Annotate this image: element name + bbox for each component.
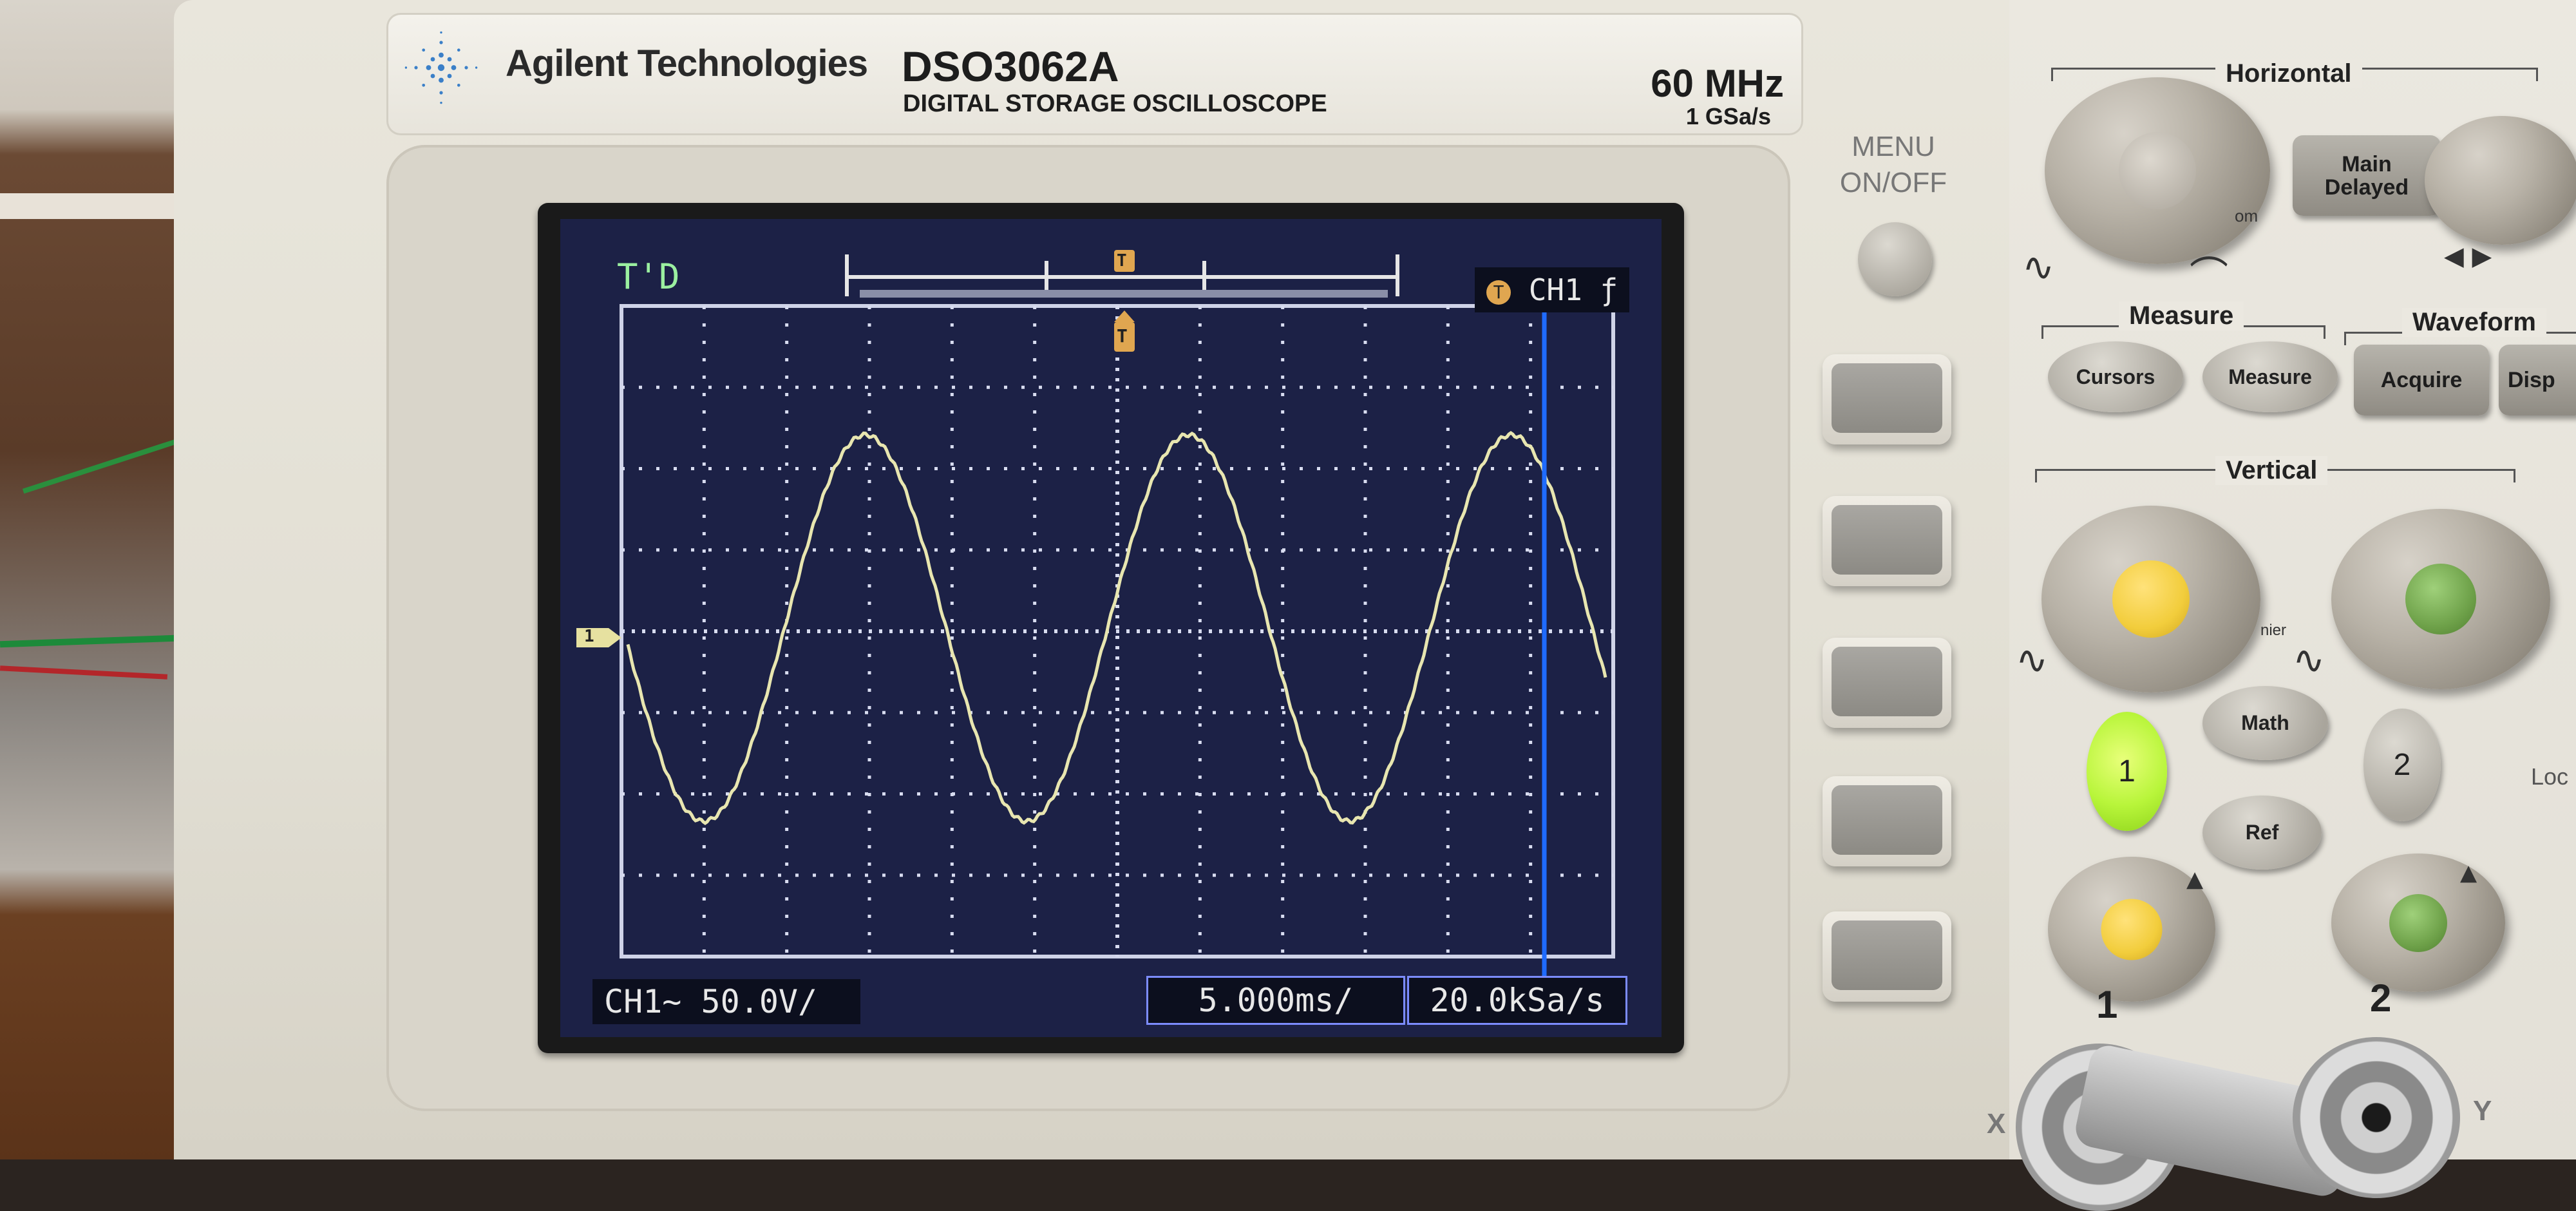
softkey-2[interactable]: [1823, 496, 1951, 586]
measure-label-text: Measure: [2228, 365, 2312, 388]
position-arrows-icon: ◀ ▶: [2444, 242, 2492, 271]
horizontal-label: Horizontal: [2215, 59, 2362, 88]
ch1-button-label: 1: [2118, 754, 2136, 788]
ch1-scale-knob[interactable]: [2041, 506, 2260, 692]
main-delayed-button[interactable]: Main Delayed: [2293, 135, 2441, 216]
math-button[interactable]: Math: [2202, 686, 2328, 760]
ch2-button-label: 2: [2393, 748, 2411, 782]
ch2-number-label: 2: [2370, 977, 2392, 1020]
softkey-4[interactable]: [1823, 776, 1951, 866]
trigger-status: T'D: [617, 256, 680, 297]
ch2-position-knob[interactable]: [2331, 853, 2505, 992]
y-input-label: Y: [2473, 1095, 2492, 1127]
background-desk: [0, 0, 194, 1159]
up-arrow-icon: ▲: [2186, 866, 2204, 892]
zoom-partial-label: om: [2235, 206, 2259, 225]
model-subtitle: DIGITAL STORAGE OSCILLOSCOPE: [903, 90, 1327, 117]
lock-partial-label: Loc: [2531, 763, 2569, 790]
softkey-5[interactable]: [1823, 911, 1951, 1002]
shelf-edge: [0, 193, 193, 219]
ch1-number-label: 1: [2096, 983, 2118, 1026]
trigger-marker-label: T: [1117, 251, 1127, 271]
waveform-label: Waveform: [2402, 308, 2546, 337]
ch2-scale-knob[interactable]: [2331, 509, 2550, 689]
sample-rate-readout: 20.0kSa/s: [1407, 976, 1627, 1025]
cursors-button[interactable]: Cursors: [2048, 341, 2183, 412]
x-input-label: X: [1987, 1108, 2006, 1139]
menu-onoff-label: MENU ON/OFF: [1823, 129, 1964, 201]
display-button[interactable]: Disp: [2499, 345, 2576, 415]
ch2-button[interactable]: 2: [2363, 709, 2441, 821]
trigger-channel: CH1: [1528, 272, 1582, 307]
ch1-ground-label: 1: [584, 627, 594, 646]
agilent-logo-icon: [404, 31, 478, 104]
horizontal-scale-knob[interactable]: [2045, 77, 2270, 264]
bandwidth-spec: 60 MHz: [1651, 62, 1784, 105]
main-delayed-label: Main Delayed: [2324, 151, 2409, 200]
acquire-button[interactable]: Acquire: [2354, 345, 2489, 415]
softkey-1[interactable]: [1823, 354, 1951, 444]
ch1-scale-readout: CH1~ 50.0V/: [592, 979, 860, 1024]
wave-narrow-icon: ∿: [2022, 245, 2055, 290]
vertical-label: Vertical: [2215, 456, 2328, 485]
wave-small-icon: ∿: [2016, 638, 2049, 683]
trigger-marker-label: T: [1117, 325, 1128, 347]
red-wire: [0, 665, 168, 680]
green-wire: [0, 634, 194, 648]
ch2-bnc-input[interactable]: [2293, 1037, 2460, 1198]
math-label: Math: [2241, 711, 2289, 734]
ref-label: Ref: [2245, 821, 2279, 844]
green-wire: [22, 439, 178, 494]
menu-label-text: MENU ON/OFF: [1839, 131, 1947, 198]
brand-name: Agilent Technologies: [506, 43, 868, 84]
timebase-readout: 5.000ms/: [1146, 976, 1405, 1025]
model-number: DSO3062A: [902, 43, 1119, 90]
ch1-button[interactable]: 1: [2087, 712, 2167, 831]
lcd-screen: [560, 219, 1662, 1037]
menu-onoff-button[interactable]: [1858, 222, 1932, 296]
measure-label: Measure: [2119, 301, 2244, 330]
display-label: Disp: [2508, 368, 2555, 392]
trigger-icon: T: [1486, 280, 1511, 305]
horizontal-position-knob[interactable]: [2425, 116, 2576, 245]
sample-rate-spec: 1 GSa/s: [1685, 103, 1771, 129]
trigger-source: T CH1 ƒ: [1475, 267, 1630, 312]
wave-wide-icon: ⌒: [2190, 254, 2228, 299]
measure-button[interactable]: Measure: [2202, 341, 2338, 412]
rising-edge-icon: ƒ: [1600, 272, 1618, 307]
up-arrow-icon: ▲: [2460, 860, 2477, 886]
cursors-label: Cursors: [2076, 365, 2155, 388]
wave-small-icon: ∿: [2293, 638, 2325, 683]
vernier-partial-label: nier: [2260, 622, 2287, 639]
acquire-label: Acquire: [2380, 368, 2463, 392]
ref-button[interactable]: Ref: [2202, 796, 2322, 870]
softkey-3[interactable]: [1823, 638, 1951, 728]
